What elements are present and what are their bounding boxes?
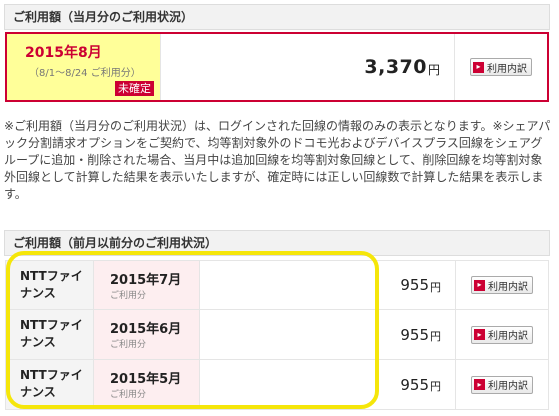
detail-button[interactable]: ▸ 利用内訳	[471, 325, 533, 344]
previous-usage-header: ご利用額（前月以前分のご利用状況）	[4, 230, 550, 256]
current-usage-box: 2015年8月 （8/1～8/24 ご利用分） 未確定 3,370 円 ▸ 利用…	[5, 32, 549, 102]
chevron-right-icon: ▸	[474, 329, 485, 340]
chevron-right-icon: ▸	[474, 379, 485, 390]
billing-month-sub: ご利用分	[110, 390, 147, 400]
amount-value: 955	[400, 325, 429, 344]
detail-button[interactable]: ▸ 利用内訳	[471, 375, 533, 394]
chevron-right-icon: ▸	[473, 61, 484, 73]
detail-button-label: 利用内訳	[487, 63, 527, 75]
current-month-title: 2015年8月	[25, 45, 102, 61]
current-detail-cell: ▸ 利用内訳	[455, 34, 547, 100]
amount-cell: 955 円	[200, 261, 456, 309]
amount-value: 955	[400, 375, 429, 394]
provider-name: NTTファイナンス	[6, 261, 94, 309]
detail-button-label: 利用内訳	[488, 331, 528, 342]
billing-month: 2015年5月	[110, 372, 182, 387]
chevron-right-icon: ▸	[474, 279, 485, 291]
amount-cell: 955 円	[200, 310, 456, 359]
billing-month: 2015年6月	[110, 322, 182, 337]
table-row: NTTファイナンス 2015年6月 ご利用分 955 円 ▸ 利用内訳	[5, 310, 549, 360]
billing-month: 2015年7月	[110, 273, 182, 288]
amount-unit: 円	[430, 380, 441, 393]
current-usage-header: ご利用額（当月分のご利用状況）	[4, 4, 550, 30]
detail-button-label: 利用内訳	[488, 281, 528, 293]
billing-month-cell: 2015年5月 ご利用分	[94, 360, 200, 409]
current-detail-button[interactable]: ▸ 利用内訳	[470, 58, 532, 76]
detail-cell: ▸ 利用内訳	[456, 261, 548, 309]
table-row: NTTファイナンス 2015年7月 ご利用分 955 円 ▸ 利用内訳	[5, 260, 549, 310]
billing-month-sub: ご利用分	[110, 291, 147, 301]
current-amount-cell: 3,370 円	[161, 34, 455, 100]
amount-value: 955	[400, 276, 429, 294]
provider-name: NTTファイナンス	[6, 310, 94, 359]
detail-cell: ▸ 利用内訳	[456, 310, 548, 359]
previous-usage-table: NTTファイナンス 2015年7月 ご利用分 955 円 ▸ 利用内訳 NTTフ…	[5, 260, 549, 410]
detail-button-label: 利用内訳	[488, 381, 528, 392]
amount-cell: 955 円	[200, 360, 456, 409]
detail-button[interactable]: ▸ 利用内訳	[471, 276, 533, 294]
detail-cell: ▸ 利用内訳	[456, 360, 548, 409]
table-row: NTTファイナンス 2015年5月 ご利用分 955 円 ▸ 利用内訳	[5, 360, 549, 410]
provider-name: NTTファイナンス	[6, 360, 94, 409]
amount-unit: 円	[430, 330, 441, 343]
current-month-cell: 2015年8月 （8/1～8/24 ご利用分） 未確定	[7, 34, 161, 100]
usage-notes: ※ご利用額（当月分のご利用状況）は、ログインされた回線の情報のみの表示となります…	[4, 119, 551, 201]
amount-unit: 円	[430, 280, 441, 294]
current-month-range: （8/1～8/24 ご利用分）	[29, 68, 141, 79]
billing-month-cell: 2015年6月 ご利用分	[94, 310, 200, 359]
current-amount-unit: 円	[427, 63, 440, 77]
current-amount: 3,370	[364, 56, 427, 78]
billing-month-cell: 2015年7月 ご利用分	[94, 261, 200, 309]
billing-month-sub: ご利用分	[110, 340, 147, 350]
status-badge: 未確定	[115, 81, 154, 96]
